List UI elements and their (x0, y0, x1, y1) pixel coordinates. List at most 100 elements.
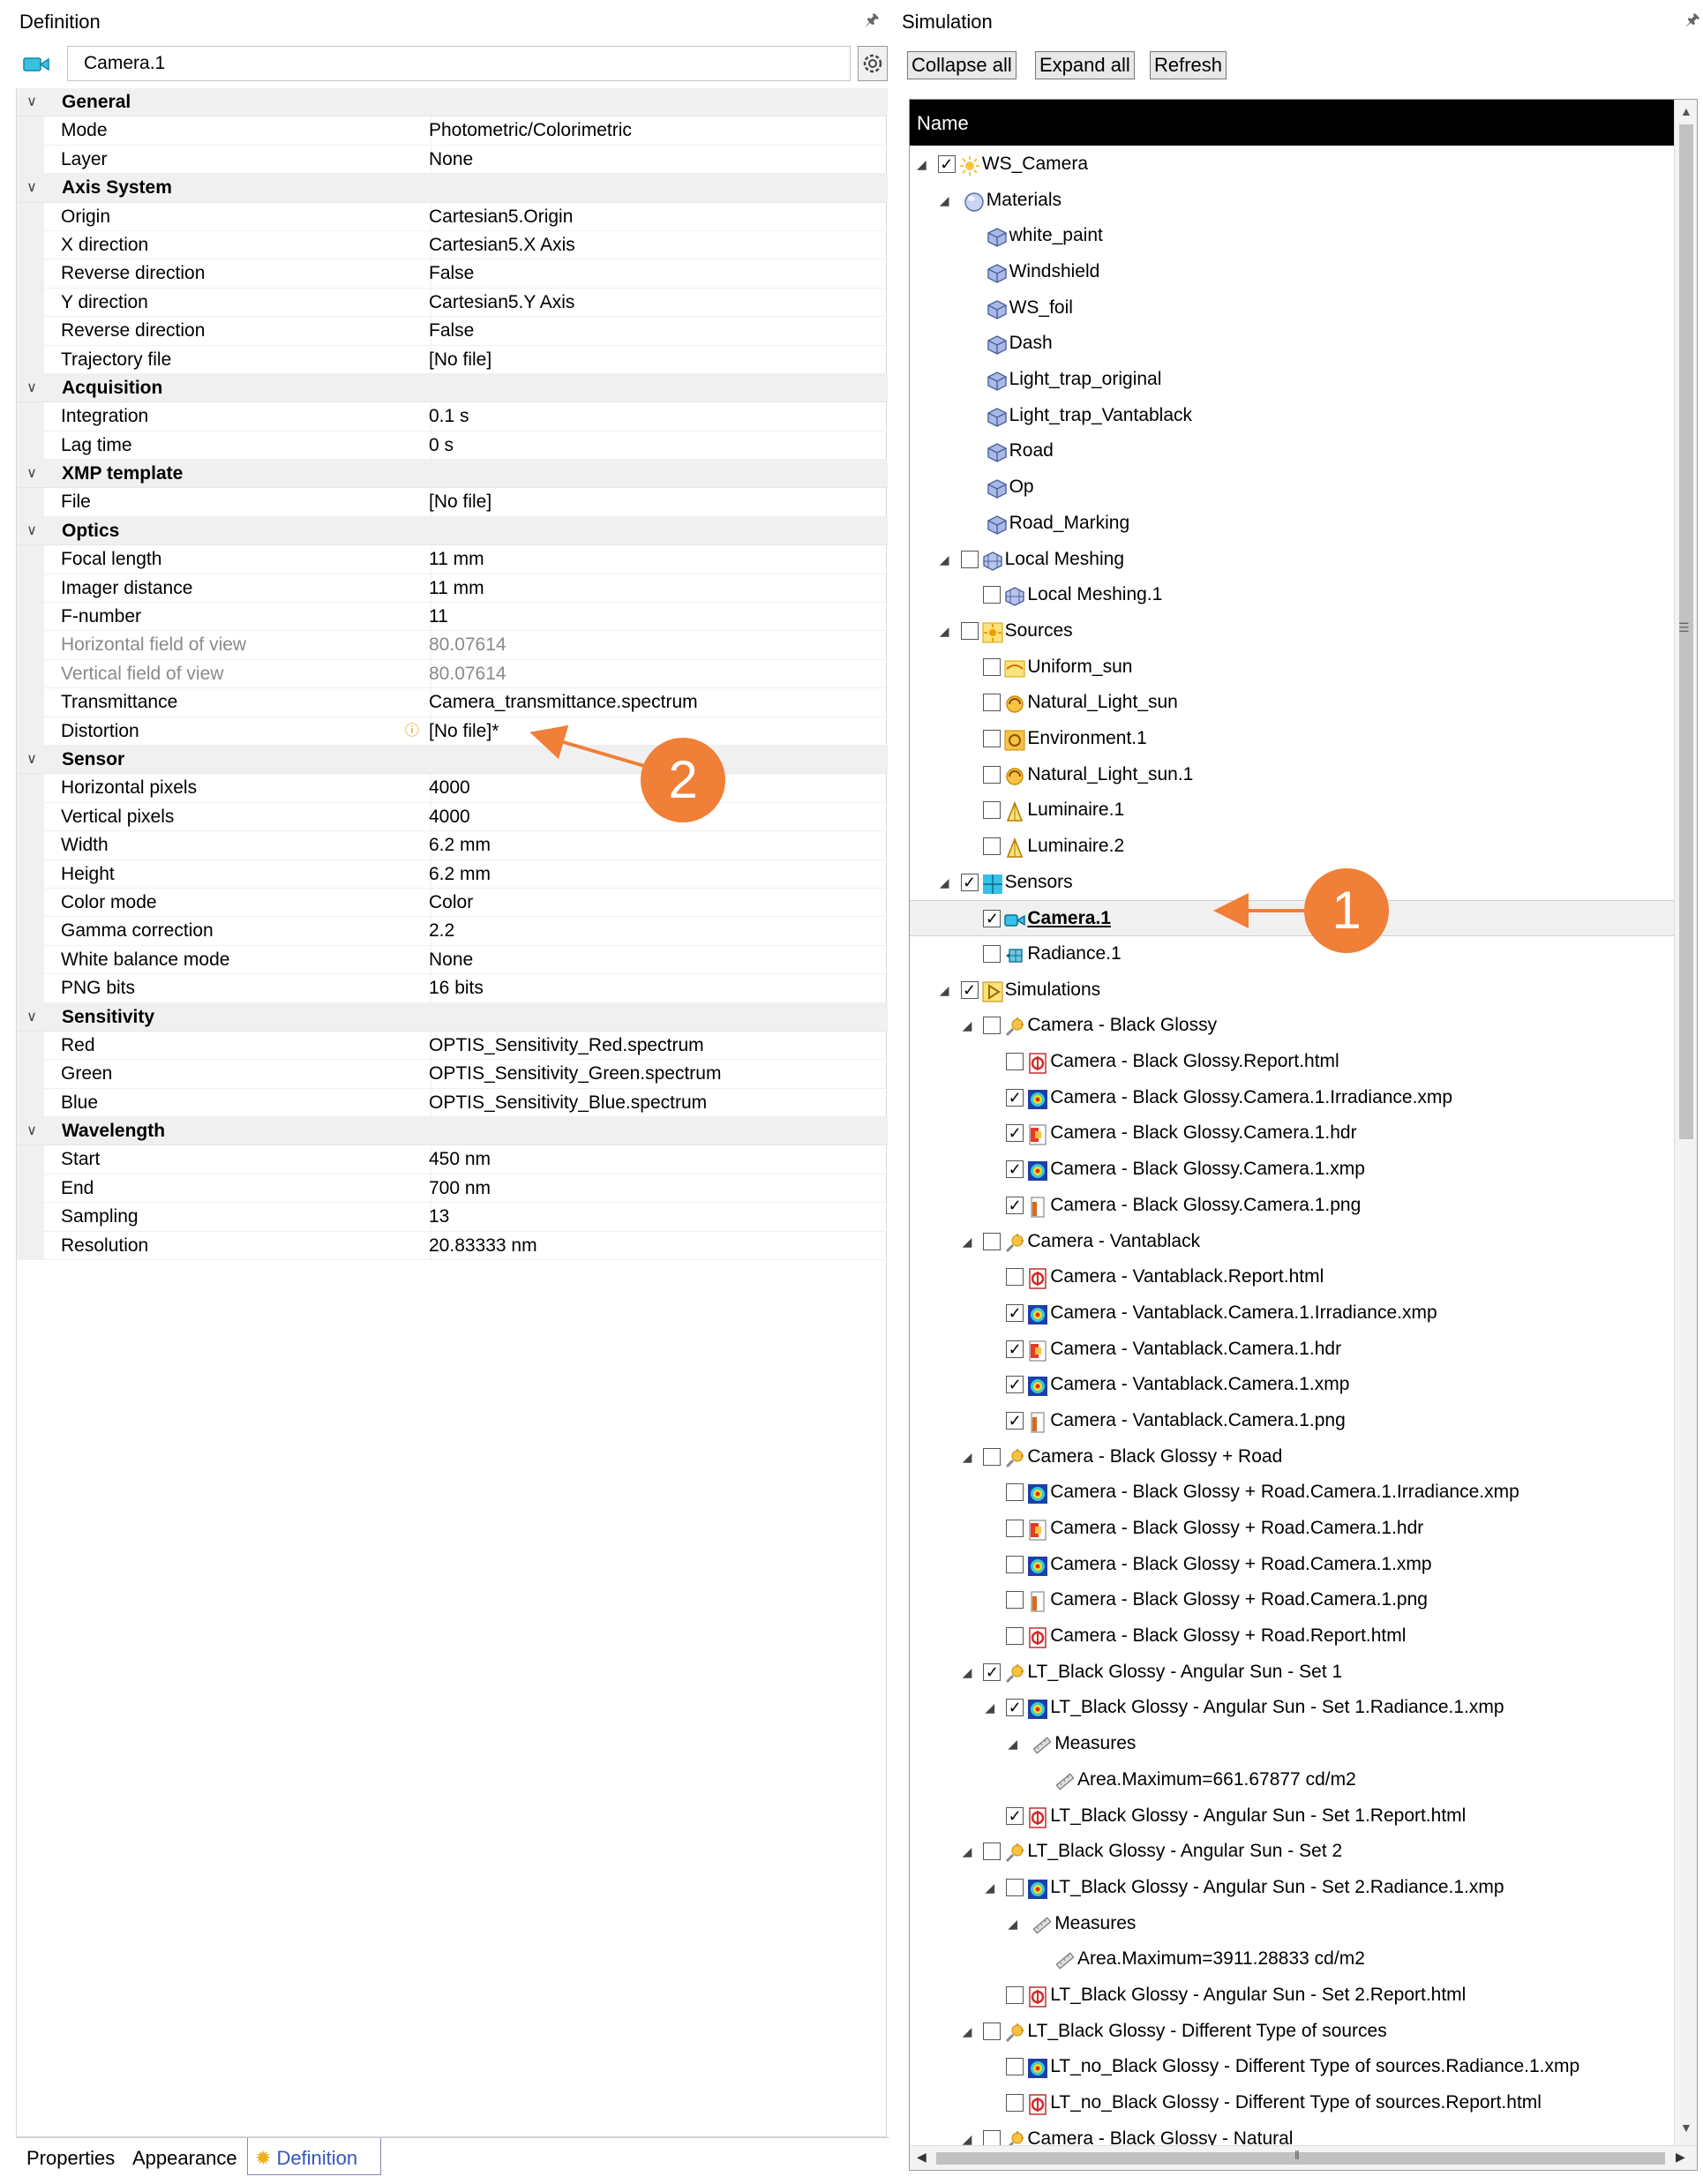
property-row[interactable]: Blue OPTIS_Sensitivity_Blue.spectrum (17, 1088, 888, 1118)
property-row[interactable]: Distortion ⓘ [No file]* (17, 717, 888, 746)
expand-toggle-icon[interactable]: ◢ (917, 146, 927, 182)
property-row[interactable]: F-number 11 (17, 603, 888, 632)
property-value[interactable]: 16 bits (429, 974, 484, 1002)
tree-node[interactable]: Camera - Black Glossy + Road.Report.html (910, 1618, 1674, 1655)
checkbox[interactable] (983, 2022, 1002, 2040)
tree-node[interactable]: Environment.1 (910, 721, 1674, 757)
tree-node[interactable]: ◢ Camera - Black Glossy (910, 1008, 1674, 1044)
tree-node[interactable]: ✓ Camera - Black Glossy.Camera.1.png (910, 1188, 1674, 1224)
tree-node[interactable]: ✓ Camera - Black Glossy.Camera.1.hdr (910, 1115, 1674, 1152)
checkbox[interactable]: ✓ (937, 155, 956, 173)
property-value[interactable]: 6.2 mm (429, 860, 491, 889)
property-row[interactable]: X direction Cartesian5.X Axis (17, 230, 888, 260)
tree-node[interactable]: Natural_Light_sun.1 (910, 757, 1674, 793)
tree-node[interactable]: ✓ Camera.1 (910, 900, 1674, 937)
checkbox[interactable] (983, 657, 1002, 676)
property-value[interactable]: [No file]* (429, 717, 499, 746)
property-value[interactable]: [No file] (429, 488, 491, 516)
checkbox[interactable]: ✓ (1006, 1088, 1024, 1107)
expand-toggle-icon[interactable]: ◢ (985, 1690, 994, 1725)
property-row[interactable]: Vertical pixels 4000 (17, 802, 888, 832)
pin-icon[interactable]: 🖈 (865, 9, 880, 35)
property-row[interactable]: Gamma correction 2.2 (17, 917, 888, 946)
property-value[interactable]: [No file] (429, 346, 491, 374)
tab-appearance[interactable]: Appearance (132, 2147, 237, 2170)
property-row[interactable]: Imager distance 11 mm (17, 574, 888, 604)
tree-node[interactable]: ◢ Measures (910, 1906, 1674, 1942)
property-row[interactable]: End 700 nm (17, 1174, 888, 1204)
tree-node[interactable]: Radiance.1 (910, 936, 1674, 972)
checkbox[interactable] (1006, 2093, 1024, 2112)
checkbox[interactable]: ✓ (960, 873, 979, 891)
checkbox[interactable] (1006, 1268, 1024, 1287)
property-row[interactable]: File [No file] (17, 488, 888, 517)
checkbox[interactable]: ✓ (1006, 1303, 1024, 1322)
tree-node[interactable]: Camera - Black Glossy.Report.html (910, 1044, 1674, 1080)
checkbox[interactable]: ✓ (1006, 1124, 1024, 1143)
property-row[interactable]: Green OPTIS_Sensitivity_Green.spectrum (17, 1060, 888, 1089)
category-row[interactable]: ∨ Acquisition (17, 373, 888, 403)
category-row[interactable]: ∨ Axis System (17, 174, 888, 203)
property-value[interactable]: 0 s (429, 432, 454, 460)
tree-node[interactable]: ✓ Camera - Black Glossy.Camera.1.xmp (910, 1152, 1674, 1188)
checkbox[interactable]: ✓ (983, 910, 1002, 928)
property-value[interactable]: 0.1 s (429, 402, 469, 431)
property-value[interactable]: 2.2 (429, 917, 454, 945)
property-value[interactable]: None (429, 146, 473, 174)
expand-toggle-icon[interactable]: ◢ (1008, 1726, 1017, 1761)
checkbox[interactable] (983, 2129, 1002, 2145)
tree-node[interactable]: ◢ ✓ Simulations (910, 972, 1674, 1009)
expand-toggle-icon[interactable]: ◢ (940, 865, 949, 900)
property-value[interactable]: OPTIS_Sensitivity_Red.spectrum (429, 1032, 704, 1060)
tree-node[interactable]: Road_Marking (910, 506, 1674, 542)
category-row[interactable]: ∨ Sensor (17, 745, 888, 775)
expand-toggle-icon[interactable]: ◢ (940, 542, 949, 577)
checkbox[interactable]: ✓ (1006, 1160, 1024, 1179)
tree-node[interactable]: ◢ Sources (910, 613, 1674, 649)
tree-node[interactable]: Camera - Vantablack.Report.html (910, 1259, 1674, 1295)
pin-icon[interactable]: 🖈 (1685, 9, 1700, 35)
checkbox[interactable] (960, 550, 979, 568)
tree-node[interactable]: LT_no_Black Glossy - Different Type of s… (910, 2085, 1674, 2121)
property-row[interactable]: Reverse direction False (17, 317, 888, 346)
tree-node[interactable]: LT_no_Black Glossy - Different Type of s… (910, 2049, 1674, 2085)
property-row[interactable]: Start 450 nm (17, 1145, 888, 1175)
checkbox[interactable] (1006, 1591, 1024, 1610)
tree-node[interactable]: white_paint (910, 218, 1674, 254)
checkbox[interactable] (1006, 1878, 1024, 1896)
checkbox[interactable] (983, 586, 1002, 604)
tree-node[interactable]: Natural_Light_sun (910, 685, 1674, 721)
checkbox[interactable]: ✓ (983, 1662, 1002, 1681)
property-row[interactable]: Red OPTIS_Sensitivity_Red.spectrum (17, 1031, 888, 1061)
property-value[interactable]: Cartesian5.Y Axis (429, 289, 574, 317)
tree-node[interactable]: ◢ ✓ LT_Black Glossy - Angular Sun - Set 1.… (910, 1690, 1674, 1726)
tree-node[interactable]: ✓ Camera - Vantablack.Camera.1.png (910, 1403, 1674, 1439)
element-name-input[interactable] (67, 46, 851, 81)
tree-node[interactable]: ✓ Camera - Black Glossy.Camera.1.Irradian… (910, 1080, 1674, 1116)
scroll-left-icon[interactable]: ◀ (917, 2150, 927, 2165)
tree-node[interactable]: Dash (910, 326, 1674, 362)
checkbox[interactable]: ✓ (1006, 1376, 1024, 1394)
tree-node[interactable]: ✓ Camera - Vantablack.Camera.1.hdr (910, 1332, 1674, 1368)
tree-node[interactable]: Windshield (910, 254, 1674, 290)
property-row[interactable]: Mode Photometric/Colorimetric (17, 116, 888, 146)
property-row[interactable]: Y direction Cartesian5.Y Axis (17, 288, 888, 318)
expand-toggle-icon[interactable]: ◢ (940, 972, 949, 1008)
tree-node[interactable]: ◢ Local Meshing (910, 542, 1674, 578)
tree-node[interactable]: Local Meshing.1 (910, 577, 1674, 613)
tree-node[interactable]: ◢ LT_Black Glossy - Different Type of sou… (910, 2014, 1674, 2050)
property-row[interactable]: Horizontal field of view 80.07614 (17, 631, 888, 660)
tree-node[interactable]: ◢ Camera - Black Glossy + Road (910, 1439, 1674, 1475)
property-row[interactable]: Vertical field of view 80.07614 (17, 659, 888, 689)
tree-node[interactable]: ◢ Camera - Black Glossy - Natural (910, 2121, 1674, 2145)
checkbox[interactable] (1006, 1627, 1024, 1646)
checkbox[interactable]: ✓ (1006, 1196, 1024, 1214)
property-row[interactable]: Layer None (17, 145, 888, 175)
scrollbar-thumb[interactable] (936, 2152, 1665, 2165)
chevron-down-icon[interactable]: ∨ (23, 88, 41, 116)
checkbox[interactable] (983, 801, 1002, 820)
property-value[interactable]: OPTIS_Sensitivity_Green.spectrum (429, 1060, 721, 1088)
expand-toggle-icon[interactable]: ◢ (1008, 1906, 1017, 1941)
property-row[interactable]: PNG bits 16 bits (17, 974, 888, 1003)
tree-node[interactable]: ✓ LT_Black Glossy - Angular Sun - Set 1.R… (910, 1798, 1674, 1835)
